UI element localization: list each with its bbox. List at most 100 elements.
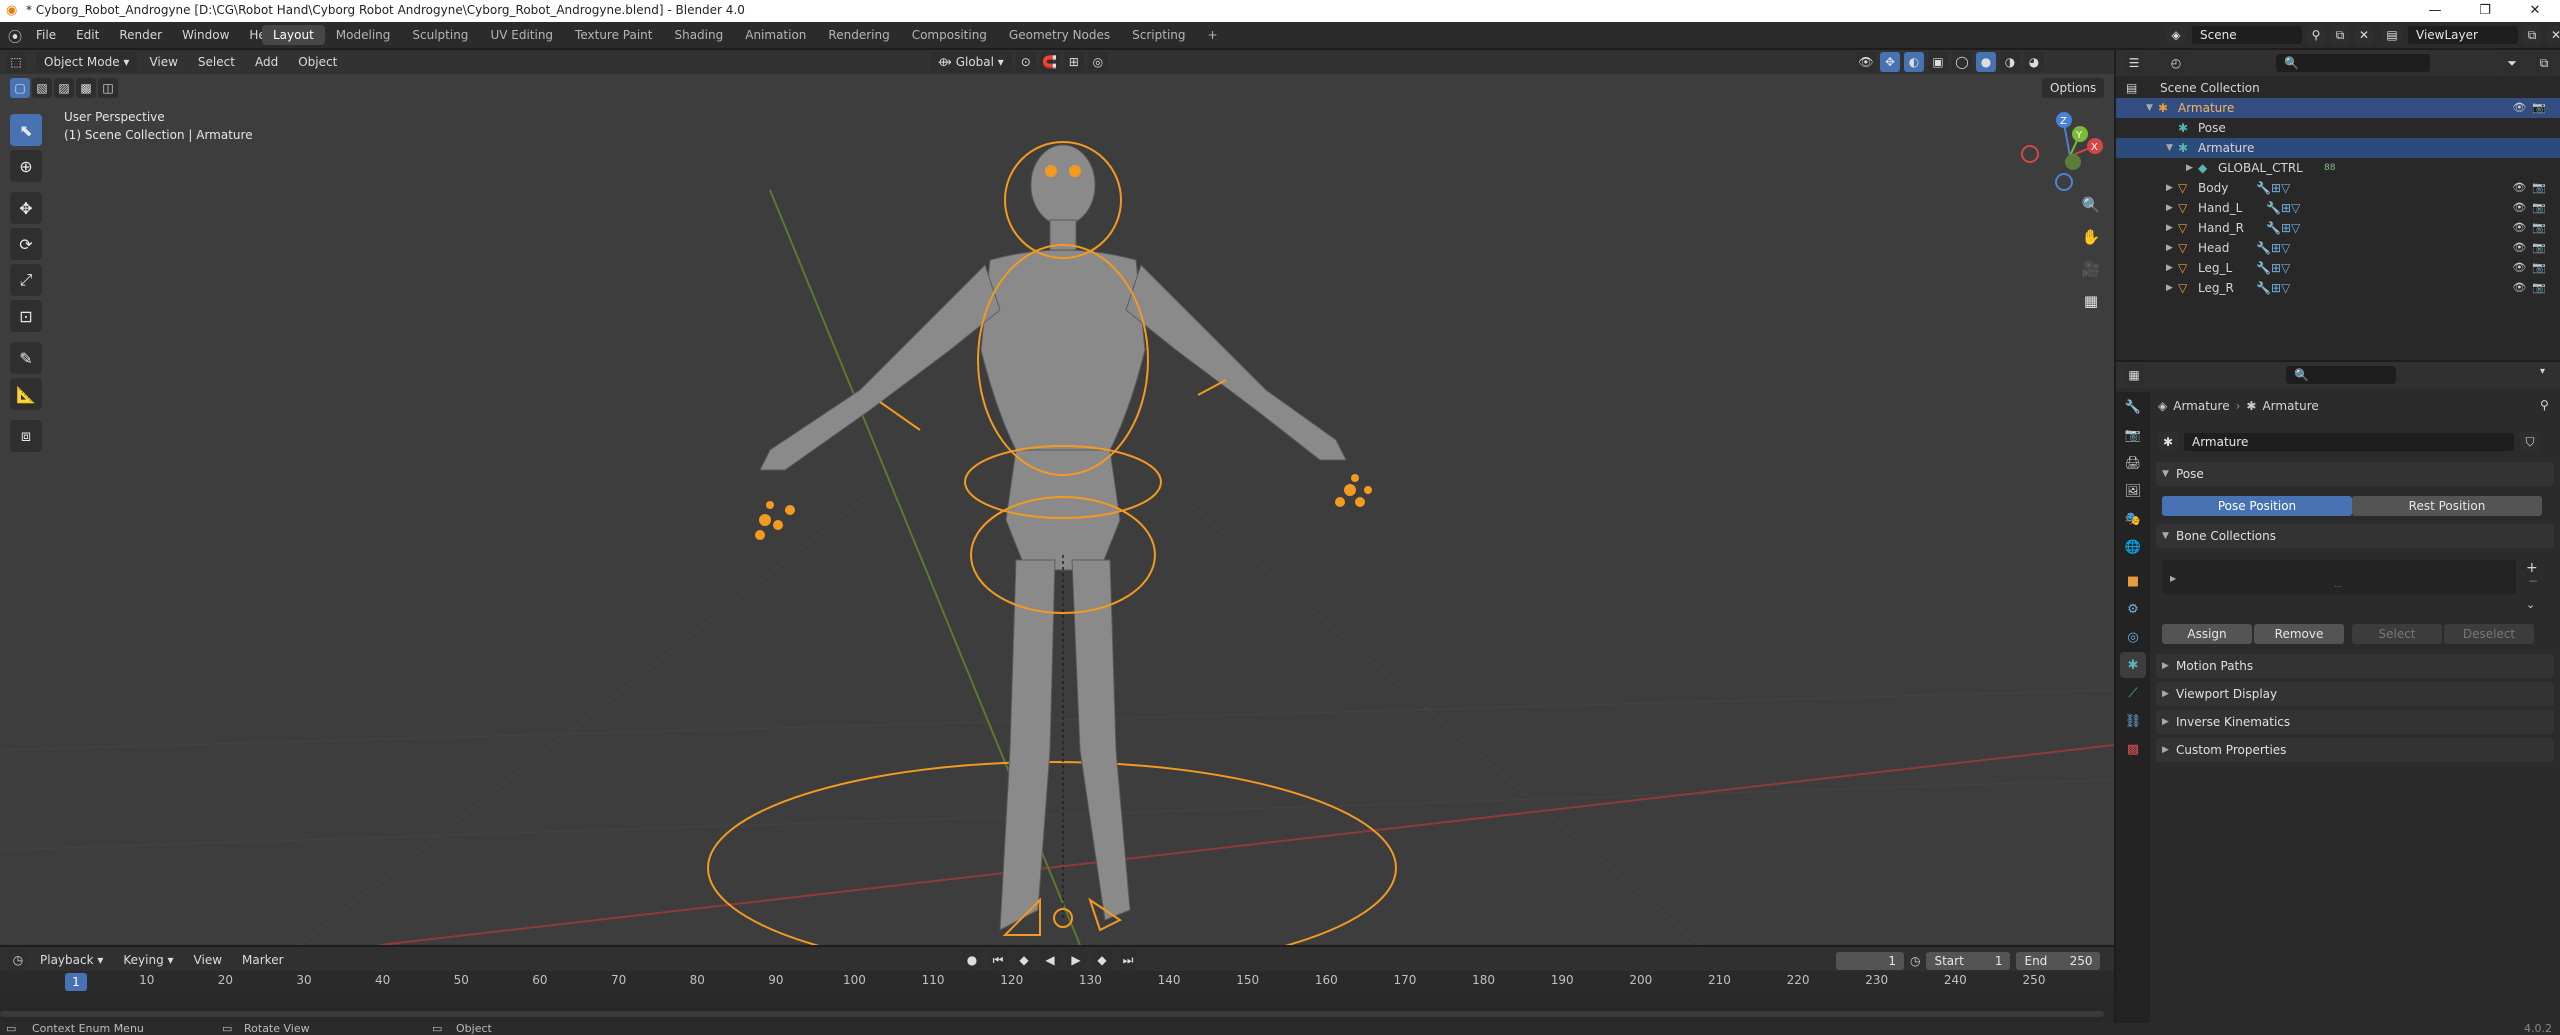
outliner-row-armature-data[interactable]: ▼ ✱ Armature: [2116, 138, 2560, 158]
snap-icon[interactable]: 🧲: [1039, 52, 1060, 72]
outliner-row-body[interactable]: ▶ ▽ Body 🔧⊞▽ 👁📷: [2116, 178, 2560, 198]
transform-tool-icon[interactable]: ⊡: [10, 300, 42, 332]
bone-collections-panel-header[interactable]: ▼ Bone Collections: [2156, 524, 2554, 548]
minimize-button[interactable]: —: [2410, 0, 2460, 22]
select-new-icon[interactable]: ▢: [10, 78, 30, 98]
properties-options-icon[interactable]: ▾: [2540, 366, 2545, 377]
jump-end-icon[interactable]: ⏭: [1118, 950, 1138, 970]
expand-toggle-icon[interactable]: ▶: [2166, 258, 2173, 278]
menu-window[interactable]: Window: [172, 22, 239, 48]
pan-hand-icon[interactable]: ✋: [2076, 222, 2106, 252]
timeline-track-area[interactable]: [0, 991, 2114, 1023]
tab-shading[interactable]: Shading: [663, 25, 734, 45]
outliner-row-leg-r[interactable]: ▶ ▽ Leg_R 🔧⊞▽ 👁📷: [2116, 278, 2560, 298]
outliner-search-input[interactable]: 🔍: [2276, 54, 2430, 72]
fake-user-shield-icon[interactable]: ⛉: [2520, 432, 2540, 452]
assign-button[interactable]: Assign: [2162, 624, 2252, 644]
expand-toggle-icon[interactable]: ▼: [2166, 138, 2173, 158]
modifiers-tab-icon[interactable]: ⚙: [2120, 596, 2146, 622]
outliner-row-pose[interactable]: ✱ Pose: [2116, 118, 2560, 138]
bone-constraint-tab-icon[interactable]: ⛓: [2120, 708, 2146, 734]
gizmo-toggle-icon[interactable]: ✥: [1880, 52, 1900, 72]
visibility-render-icons[interactable]: 👁📷: [2512, 218, 2552, 238]
new-collection-icon[interactable]: ⧉: [2534, 53, 2554, 73]
properties-editor-type-icon[interactable]: ▦: [2124, 365, 2144, 385]
menu-file[interactable]: File: [26, 22, 66, 48]
timeline-menu-view[interactable]: View: [186, 950, 230, 970]
end-frame-field[interactable]: End 250: [2016, 952, 2101, 970]
pose-position-button[interactable]: Pose Position: [2162, 496, 2352, 516]
pin-icon[interactable]: ⚲: [2306, 25, 2326, 45]
select-extend-icon[interactable]: ▧: [32, 78, 52, 98]
rest-position-button[interactable]: Rest Position: [2352, 496, 2542, 516]
xray-icon[interactable]: ▣: [1928, 52, 1948, 72]
outliner-scene-collection[interactable]: ▤ Scene Collection: [2116, 78, 2560, 98]
tab-scripting[interactable]: Scripting: [1121, 25, 1196, 45]
timeline-scrollbar[interactable]: [0, 1011, 2104, 1017]
visibility-icon[interactable]: 👁: [1856, 52, 1876, 72]
tab-texture-paint[interactable]: Texture Paint: [564, 25, 663, 45]
menu-render[interactable]: Render: [109, 22, 172, 48]
visibility-render-icons[interactable]: 👁📷: [2512, 98, 2552, 118]
armature-data-tab-icon[interactable]: ✱: [2120, 652, 2146, 678]
snap-target-icon[interactable]: ⊞: [1063, 52, 1084, 72]
expand-toggle-icon[interactable]: ▶: [2166, 198, 2173, 218]
play-icon[interactable]: ▶: [1066, 950, 1086, 970]
timeline-menu-keying[interactable]: Keying ▾: [115, 950, 181, 970]
select-subtract-icon[interactable]: ▨: [54, 78, 74, 98]
expand-toggle-icon[interactable]: ▶: [2166, 238, 2173, 258]
next-keyframe-icon[interactable]: ◆: [1092, 950, 1112, 970]
close-button[interactable]: ✕: [2510, 0, 2560, 22]
blender-menu-icon[interactable]: ⦿: [8, 27, 22, 47]
shading-wireframe-icon[interactable]: ◯: [1952, 52, 1972, 72]
delete-view-layer-icon[interactable]: ✕: [2546, 25, 2560, 45]
editor-type-icon[interactable]: ⬚: [6, 52, 26, 72]
remove-button[interactable]: Remove: [2254, 624, 2344, 644]
scene-name-field[interactable]: Scene: [2192, 26, 2302, 44]
menu-edit[interactable]: Edit: [66, 22, 109, 48]
measure-tool-icon[interactable]: 📐: [10, 378, 42, 410]
outliner-row-global-ctrl[interactable]: ▶ ◆ GLOBAL_CTRL 88: [2116, 158, 2560, 178]
pin-icon[interactable]: ⚲: [2540, 398, 2549, 412]
armature-name-field[interactable]: Armature: [2184, 433, 2514, 451]
outliner-row-leg-l[interactable]: ▶ ▽ Leg_L 🔧⊞▽ 👁📷: [2116, 258, 2560, 278]
play-reverse-icon[interactable]: ◀: [1040, 950, 1060, 970]
custom-properties-panel-header[interactable]: ▶ Custom Properties: [2156, 738, 2554, 762]
tab-sculpting[interactable]: Sculpting: [401, 25, 479, 45]
visibility-render-icons[interactable]: 👁📷: [2512, 278, 2552, 298]
properties-search-input[interactable]: 🔍: [2286, 366, 2396, 384]
annotate-tool-icon[interactable]: ✎: [10, 342, 42, 374]
texture-tab-icon[interactable]: ▩: [2120, 736, 2146, 762]
transform-orientation-dropdown[interactable]: ⟴ Global ▾: [930, 52, 1012, 72]
inverse-kinematics-panel-header[interactable]: ▶ Inverse Kinematics: [2156, 710, 2554, 734]
outliner-editor-type-icon[interactable]: ☰: [2124, 53, 2144, 73]
tab-rendering[interactable]: Rendering: [817, 25, 900, 45]
outliner-display-mode-icon[interactable]: ◴: [2166, 53, 2186, 73]
expand-toggle-icon[interactable]: ▼: [2146, 98, 2153, 118]
move-tool-icon[interactable]: ✥: [10, 192, 42, 224]
bone-tab-icon[interactable]: ⟋: [2120, 680, 2146, 706]
camera-view-icon[interactable]: 🎥: [2076, 254, 2106, 284]
outliner-row-hand-l[interactable]: ▶ ▽ Hand_L 🔧⊞▽ 👁📷: [2116, 198, 2560, 218]
tool-tab-icon[interactable]: 🔧: [2120, 394, 2146, 420]
filter-icon[interactable]: ⏷: [2502, 53, 2522, 73]
shading-rendered-icon[interactable]: ◕: [2024, 52, 2044, 72]
visibility-render-icons[interactable]: 👁📷: [2512, 238, 2552, 258]
timeline-menu-playback[interactable]: Playback ▾: [32, 950, 111, 970]
tab-geometry-nodes[interactable]: Geometry Nodes: [998, 25, 1121, 45]
outliner-row-head[interactable]: ▶ ▽ Head 🔧⊞▽ 👁📷: [2116, 238, 2560, 258]
start-frame-field[interactable]: Start 1: [1926, 952, 2011, 970]
pose-panel-header[interactable]: ▼ Pose: [2156, 462, 2554, 486]
3d-viewport[interactable]: X Y Z ⬚ Object Mode ▾ View Select Add Ob…: [0, 50, 2114, 945]
maximize-button[interactable]: ❐: [2460, 0, 2510, 22]
tab-modeling[interactable]: Modeling: [325, 25, 402, 45]
options-button[interactable]: Options: [2042, 78, 2105, 98]
record-icon[interactable]: ●: [962, 950, 982, 970]
tab-uv-editing[interactable]: UV Editing: [479, 25, 564, 45]
outliner-row-armature[interactable]: ▼ ✱ Armature 👁📷: [2116, 98, 2560, 118]
view-layer-icon[interactable]: ▤: [2382, 25, 2402, 45]
select-intersect-icon[interactable]: ◫: [98, 78, 118, 98]
expand-toggle-icon[interactable]: ▶: [2166, 278, 2173, 298]
clock-icon[interactable]: ◷: [1910, 954, 1920, 968]
frame-ruler[interactable]: 1102030405060708090100110120130140150160…: [0, 971, 2114, 1035]
